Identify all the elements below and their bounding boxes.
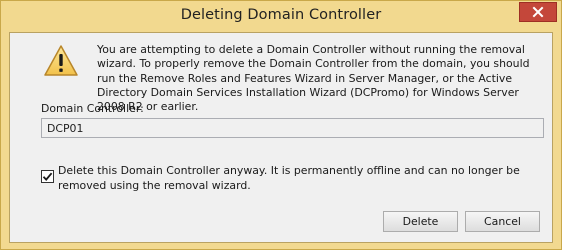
title-bar[interactable]: Deleting Domain Controller — [1, 1, 561, 31]
dialog-window: Deleting Domain Controller You are attem… — [0, 0, 562, 250]
domain-controller-label: Domain Controller: — [41, 102, 144, 115]
confirm-delete-label[interactable]: Delete this Domain Controller anyway. It… — [58, 164, 544, 193]
close-icon — [532, 6, 544, 18]
close-button[interactable] — [519, 2, 557, 22]
warning-icon — [44, 45, 78, 76]
delete-button[interactable]: Delete — [383, 211, 458, 232]
checkmark-icon — [42, 172, 53, 181]
confirm-delete-checkbox[interactable] — [41, 170, 54, 183]
cancel-button[interactable]: Cancel — [465, 211, 540, 232]
domain-controller-field[interactable]: DCP01 — [41, 118, 544, 138]
warning-message: You are attempting to delete a Domain Co… — [97, 43, 530, 114]
dialog-title: Deleting Domain Controller — [180, 7, 382, 23]
